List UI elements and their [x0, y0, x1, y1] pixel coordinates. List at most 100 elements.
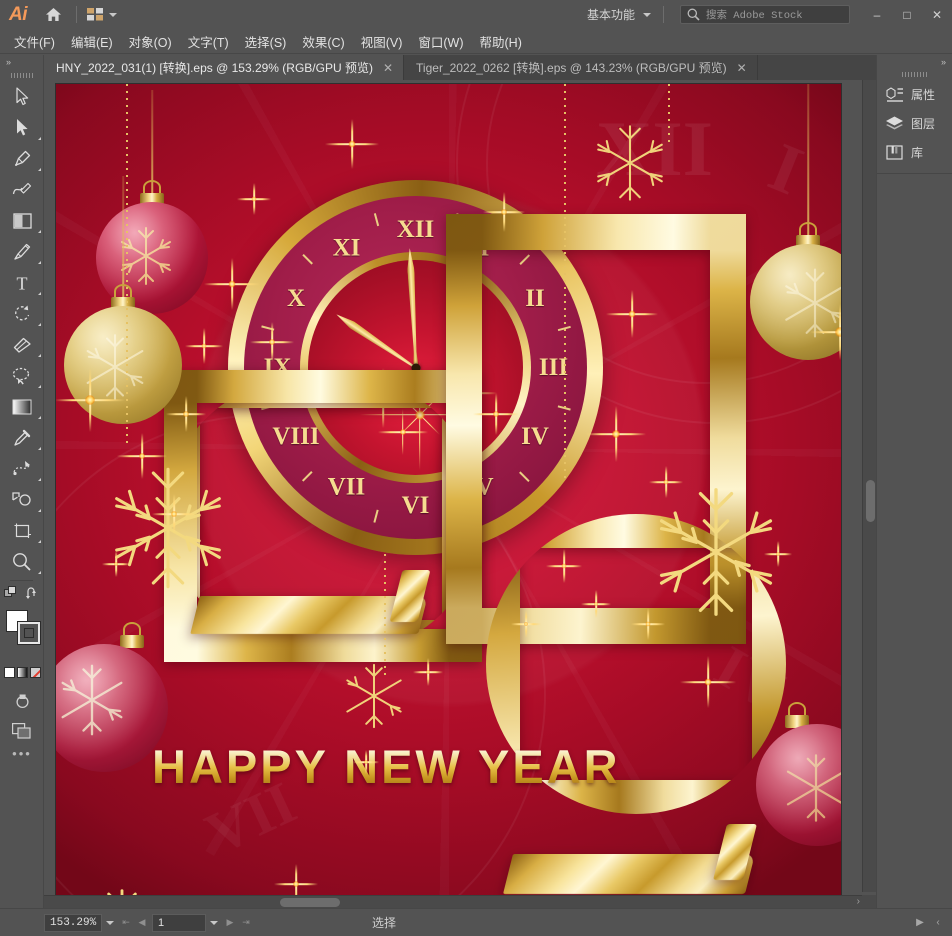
rectangle-tool[interactable] [0, 205, 44, 236]
color-mode-gradient-icon[interactable] [16, 666, 28, 678]
right-dock-panel: » 属性 图层 库 [876, 55, 952, 908]
canvas-area[interactable]: XII I VII IV XII I II III IV V VI VII VI… [44, 80, 876, 908]
menu-effect[interactable]: 效果(C) [294, 29, 352, 54]
direct-selection-tool[interactable] [0, 112, 44, 143]
ornament-ball-gold-left [56, 176, 182, 433]
stroke-swatch[interactable] [17, 621, 41, 645]
last-page-button[interactable]: ⇥ [238, 914, 254, 932]
arrange-documents-icon[interactable] [83, 0, 121, 29]
color-mode-none-icon[interactable] [29, 666, 41, 678]
double-chevron-right-icon[interactable]: » [0, 55, 43, 69]
menu-edit[interactable]: 编辑(E) [63, 29, 121, 54]
artboard-tool[interactable] [0, 515, 44, 546]
document-tab-1-label: HNY_2022_031(1) [转换].eps @ 153.29% (RGB/… [56, 61, 373, 75]
minimize-button[interactable]: – [862, 1, 892, 28]
eraser-tool[interactable] [0, 329, 44, 360]
document-tab-2-label: Tiger_2022_0262 [转换].eps @ 143.23% (RGB/… [416, 61, 727, 75]
tool-flyout-indicator [38, 447, 41, 450]
clock-center-pin [411, 363, 420, 372]
menu-window[interactable]: 窗口(W) [410, 29, 471, 54]
artboard-dropdown[interactable] [206, 914, 222, 932]
default-fill-stroke-icon [3, 586, 16, 597]
menu-file[interactable]: 文件(F) [6, 29, 63, 54]
vertical-scrollbar-thumb[interactable] [866, 480, 875, 522]
close-icon[interactable]: ✕ [383, 62, 393, 74]
lasso-tool[interactable] [0, 360, 44, 391]
first-page-button[interactable]: ⇤ [118, 914, 134, 932]
artboard-number-input[interactable]: 1 [152, 913, 206, 932]
paintbrush-tool[interactable] [0, 236, 44, 267]
search-input[interactable]: 搜索 Adobe Stock [680, 5, 850, 24]
chevron-right-icon[interactable]: › [857, 896, 860, 907]
illustrator-window: Ai 基本功能 搜索 Adobe Stock – □ ✕ 文件(F) 编辑(E)… [0, 0, 952, 936]
horizontal-scrollbar-thumb[interactable] [280, 898, 340, 907]
zoom-level-dropdown[interactable] [102, 914, 118, 932]
close-icon[interactable]: ✕ [737, 62, 747, 74]
dock-divider [877, 173, 952, 174]
snowflake-small-center-icon [346, 663, 402, 729]
zoom-tool[interactable] [0, 546, 44, 577]
search-icon [687, 8, 700, 21]
properties-icon [886, 87, 903, 102]
screen-mode-button[interactable] [0, 716, 44, 746]
menu-view[interactable]: 视图(V) [353, 29, 411, 54]
tools-panel: » T ••• [0, 55, 44, 908]
prev-page-button[interactable]: ◀ [134, 914, 150, 932]
type-tool[interactable]: T [0, 267, 44, 298]
tool-flyout-indicator [38, 354, 41, 357]
snowflake-large-left-icon [115, 467, 221, 589]
tool-flyout-indicator [38, 478, 41, 481]
tool-flyout-indicator [38, 168, 41, 171]
selection-tool[interactable] [0, 81, 44, 112]
ornament-gloss [750, 244, 841, 360]
maximize-button[interactable]: □ [892, 1, 922, 28]
dock-item-layers[interactable]: 图层 [877, 109, 952, 138]
scrollbar-corner [862, 895, 876, 908]
gradient-tool[interactable] [0, 391, 44, 422]
tool-flyout-indicator [38, 509, 41, 512]
menu-object[interactable]: 对象(O) [121, 29, 180, 54]
document-tab-1[interactable]: HNY_2022_031(1) [转换].eps @ 153.29% (RGB/… [44, 55, 405, 80]
menu-select[interactable]: 选择(S) [237, 29, 295, 54]
vertical-scrollbar[interactable] [862, 80, 876, 892]
clock-numeral: X [286, 284, 306, 312]
horizontal-scrollbar[interactable]: › [44, 895, 862, 908]
document-tab-bar: HNY_2022_031(1) [转换].eps @ 153.29% (RGB/… [44, 55, 876, 80]
dock-grip[interactable] [877, 68, 952, 80]
dock-item-libraries-label: 库 [911, 146, 924, 160]
home-icon[interactable] [36, 0, 70, 29]
eyedropper-tool[interactable] [0, 422, 44, 453]
next-page-button[interactable]: ▶ [222, 914, 238, 932]
clock-tick [301, 253, 313, 265]
menu-type[interactable]: 文字(T) [180, 29, 237, 54]
rotate-tool[interactable] [0, 298, 44, 329]
clock-numeral: I [479, 233, 490, 261]
document-tab-2[interactable]: Tiger_2022_0262 [转换].eps @ 143.23% (RGB/… [404, 55, 758, 80]
double-chevron-right-icon[interactable]: » [877, 55, 952, 68]
play-triangle-icon[interactable]: ▶ [912, 917, 928, 928]
pen-tool[interactable] [0, 143, 44, 174]
tools-panel-grip[interactable] [0, 69, 43, 81]
chevron-left-icon[interactable]: ‹ [930, 917, 946, 928]
shape-builder-tool[interactable] [0, 484, 44, 515]
blend-tool[interactable] [0, 453, 44, 484]
ornament-cap [120, 635, 145, 648]
zoom-level-input[interactable]: 153.29% [44, 913, 102, 932]
tool-flyout-indicator [38, 540, 41, 543]
ellipsis-icon[interactable]: ••• [0, 746, 44, 768]
chevron-down-icon [109, 12, 117, 17]
dock-item-properties[interactable]: 属性 [877, 80, 952, 109]
snowflake-small-top-icon [597, 125, 663, 201]
drawing-mode-button[interactable] [0, 686, 44, 716]
fill-stroke-controls [0, 584, 44, 602]
color-mode-flat-icon[interactable] [3, 666, 15, 678]
svg-text:T: T [17, 274, 28, 292]
dock-item-libraries[interactable]: 库 [877, 138, 952, 167]
layers-icon [886, 116, 903, 130]
artboard[interactable]: XII I VII IV XII I II III IV V VI VII VI… [56, 84, 841, 896]
menu-help[interactable]: 帮助(H) [472, 29, 530, 54]
curvature-tool[interactable] [0, 174, 44, 205]
tools-divider [10, 580, 33, 581]
close-button[interactable]: ✕ [922, 1, 952, 28]
workspace-switcher[interactable]: 基本功能 [581, 0, 657, 29]
